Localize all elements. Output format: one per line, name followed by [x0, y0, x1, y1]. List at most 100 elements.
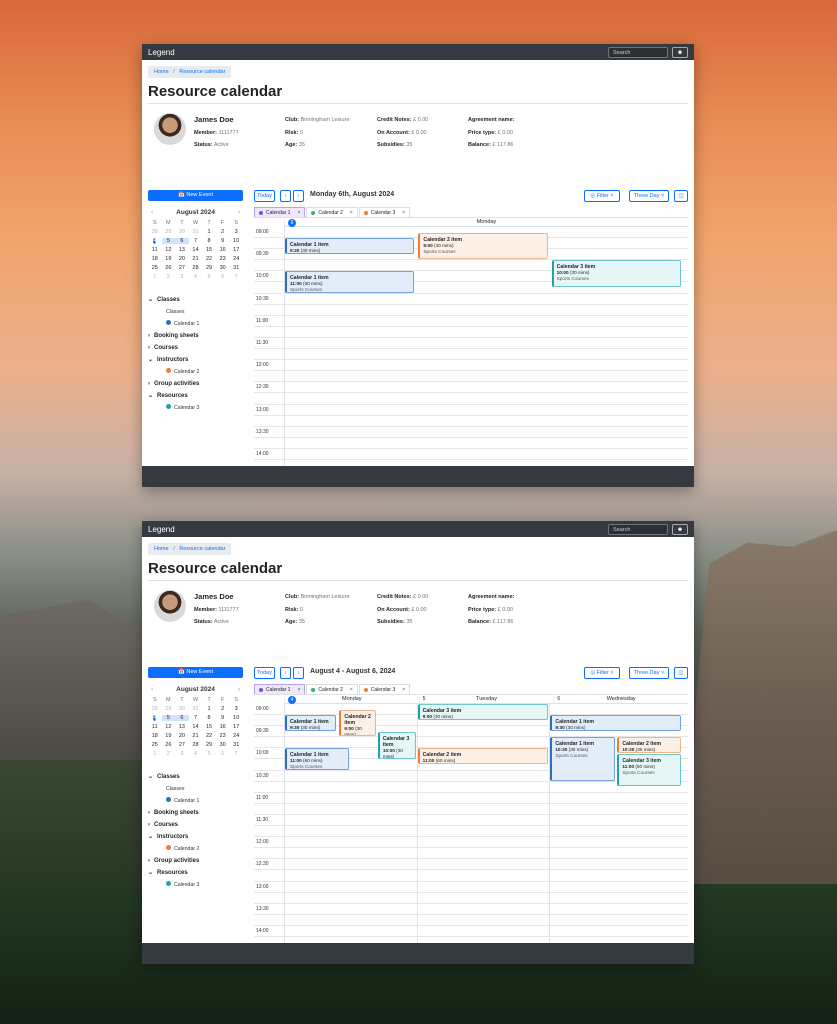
close-icon[interactable]: × — [350, 210, 353, 216]
mini-day[interactable]: 14 — [189, 247, 203, 253]
time-slot[interactable] — [254, 904, 688, 915]
panel-toggle-button[interactable]: ◫ — [674, 190, 688, 202]
mini-day[interactable]: 28 — [189, 265, 203, 271]
time-slot[interactable] — [254, 316, 688, 327]
mini-day[interactable]: 7 — [229, 274, 243, 280]
new-event-button[interactable]: 📅 New Event — [148, 190, 243, 201]
mini-day[interactable]: 4 — [148, 715, 162, 721]
tree-group-classes[interactable]: ⌄ Classes — [148, 771, 243, 783]
event-calendar-1[interactable]: Calendar 1 item9:30 (30 mins)Sports Cour… — [285, 238, 415, 254]
time-slot[interactable] — [254, 815, 688, 827]
time-slot[interactable] — [254, 438, 688, 449]
mini-day[interactable]: 3 — [229, 229, 243, 235]
mini-day[interactable]: 30 — [216, 742, 230, 748]
time-slot[interactable] — [254, 405, 688, 416]
mini-day[interactable]: 18 — [148, 256, 162, 262]
time-slot[interactable] — [254, 294, 688, 305]
tree-group-classes[interactable]: ⌄ Classes — [148, 294, 243, 306]
time-slot[interactable] — [254, 804, 688, 815]
mini-day[interactable]: 20 — [175, 256, 189, 262]
mini-day[interactable]: 22 — [202, 733, 216, 739]
breadcrumb-home[interactable]: Home — [154, 69, 169, 75]
mini-day[interactable]: 1 — [202, 706, 216, 712]
tree-group-group-activities[interactable]: › Group activities — [148, 855, 243, 867]
time-slot[interactable] — [254, 449, 688, 461]
event-calendar-1[interactable]: Calendar 1 item9:30 (30 mins)Sports Cour… — [285, 715, 337, 731]
mini-day[interactable]: 5 — [202, 274, 216, 280]
event-calendar-2[interactable]: Calendar 2 item9:00 (30 mins)Sports Cour… — [339, 709, 376, 737]
mini-day[interactable]: 23 — [216, 256, 230, 262]
mini-day[interactable]: 7 — [189, 715, 203, 721]
mini-day[interactable]: 2 — [216, 706, 230, 712]
mini-day[interactable]: 8 — [202, 715, 216, 721]
mini-day[interactable]: 29 — [202, 742, 216, 748]
event-calendar-1[interactable]: Calendar 1 item 11:00 (60 mins) Sports Cou… — [285, 748, 350, 770]
event-calendar-3[interactable]: Calendar 3 item9:00 (30 mins)Sports Cour… — [417, 704, 549, 720]
prev-button[interactable]: ‹ — [280, 667, 291, 679]
mini-day[interactable]: 4 — [148, 238, 162, 244]
close-icon[interactable]: × — [297, 210, 300, 216]
time-slot[interactable] — [254, 848, 688, 860]
time-slot[interactable] — [254, 416, 688, 427]
close-icon[interactable]: × — [402, 687, 405, 693]
tree-item[interactable]: Calendar 2 — [148, 843, 243, 855]
mini-day[interactable]: 20 — [175, 733, 189, 739]
mini-day[interactable]: 31 — [189, 229, 203, 235]
mini-day[interactable]: 10 — [229, 238, 243, 244]
next-button[interactable]: › — [293, 667, 304, 679]
mini-day[interactable]: 11 — [148, 724, 162, 730]
view-select[interactable]: Three Day ˅ — [629, 667, 669, 679]
mini-day[interactable]: 14 — [189, 724, 203, 730]
mini-day[interactable]: 30 — [175, 706, 189, 712]
mini-day[interactable]: 3 — [175, 274, 189, 280]
tree-group-booking-sheets[interactable]: › Booking sheets — [148, 807, 243, 819]
mini-day[interactable]: 12 — [162, 724, 176, 730]
mini-day[interactable]: 28 — [189, 742, 203, 748]
close-icon[interactable]: × — [350, 687, 353, 693]
event-calendar-1[interactable]: Calendar 1 item 11:00 (60 mins) Sports Cou… — [285, 271, 415, 293]
mini-day[interactable]: 30 — [175, 229, 189, 235]
mini-day[interactable]: 29 — [162, 229, 176, 235]
mini-day[interactable]: 26 — [162, 742, 176, 748]
tree-item[interactable]: Calendar 3 — [148, 879, 243, 891]
event-calendar-3[interactable]: Calendar 3 item 11:00 (60 mins) Sports Cou… — [617, 753, 681, 787]
mini-day[interactable]: 17 — [229, 724, 243, 730]
mini-day[interactable]: 1 — [202, 229, 216, 235]
time-slot[interactable] — [254, 915, 688, 926]
tree-item[interactable]: Calendar 2 — [148, 366, 243, 378]
brand-logo[interactable]: Legend — [148, 525, 608, 534]
breadcrumb-current[interactable]: Resource calendar — [179, 69, 225, 75]
mini-day[interactable]: 7 — [229, 751, 243, 757]
time-slot[interactable] — [254, 305, 688, 316]
time-slot[interactable] — [254, 926, 688, 938]
tree-item[interactable]: Classes — [148, 306, 243, 318]
mini-day[interactable]: 28 — [148, 706, 162, 712]
mini-day[interactable]: 16 — [216, 724, 230, 730]
mini-day[interactable]: 10 — [229, 715, 243, 721]
tree-group-resources[interactable]: ⌄ Resources — [148, 867, 243, 879]
mini-day[interactable]: 17 — [229, 247, 243, 253]
tree-item[interactable]: Calendar 3 — [148, 402, 243, 414]
time-slot[interactable] — [254, 327, 688, 338]
mini-day[interactable]: 29 — [162, 706, 176, 712]
prev-button[interactable]: ‹ — [280, 190, 291, 202]
mini-day[interactable]: 4 — [189, 751, 203, 757]
mini-day[interactable]: 30 — [216, 265, 230, 271]
time-slot[interactable] — [254, 871, 688, 882]
mini-day[interactable]: 5 — [161, 715, 176, 721]
tab-calendar-3[interactable]: Calendar 3 × — [358, 684, 411, 694]
tab-calendar-2[interactable]: Calendar 2 × — [306, 207, 358, 217]
tree-group-resources[interactable]: ⌄ Resources — [148, 390, 243, 402]
search-input[interactable]: Search — [608, 46, 668, 58]
mini-day[interactable]: 27 — [175, 742, 189, 748]
day-number[interactable]: 6 — [288, 218, 296, 227]
breadcrumb-current[interactable]: Resource calendar — [179, 546, 225, 552]
event-calendar-3[interactable]: Calendar 3 item10:00 (30 mins)Sports Cou… — [377, 731, 416, 759]
time-slot[interactable] — [254, 826, 688, 838]
mini-day[interactable]: 4 — [189, 274, 203, 280]
tree-group-instructors[interactable]: ⌄ Instructors — [148, 831, 243, 843]
mini-day[interactable]: 24 — [229, 256, 243, 262]
mini-day[interactable]: 5 — [161, 238, 176, 244]
tab-calendar-1[interactable]: Calendar 1 × — [254, 684, 306, 694]
mini-day[interactable]: 24 — [229, 733, 243, 739]
